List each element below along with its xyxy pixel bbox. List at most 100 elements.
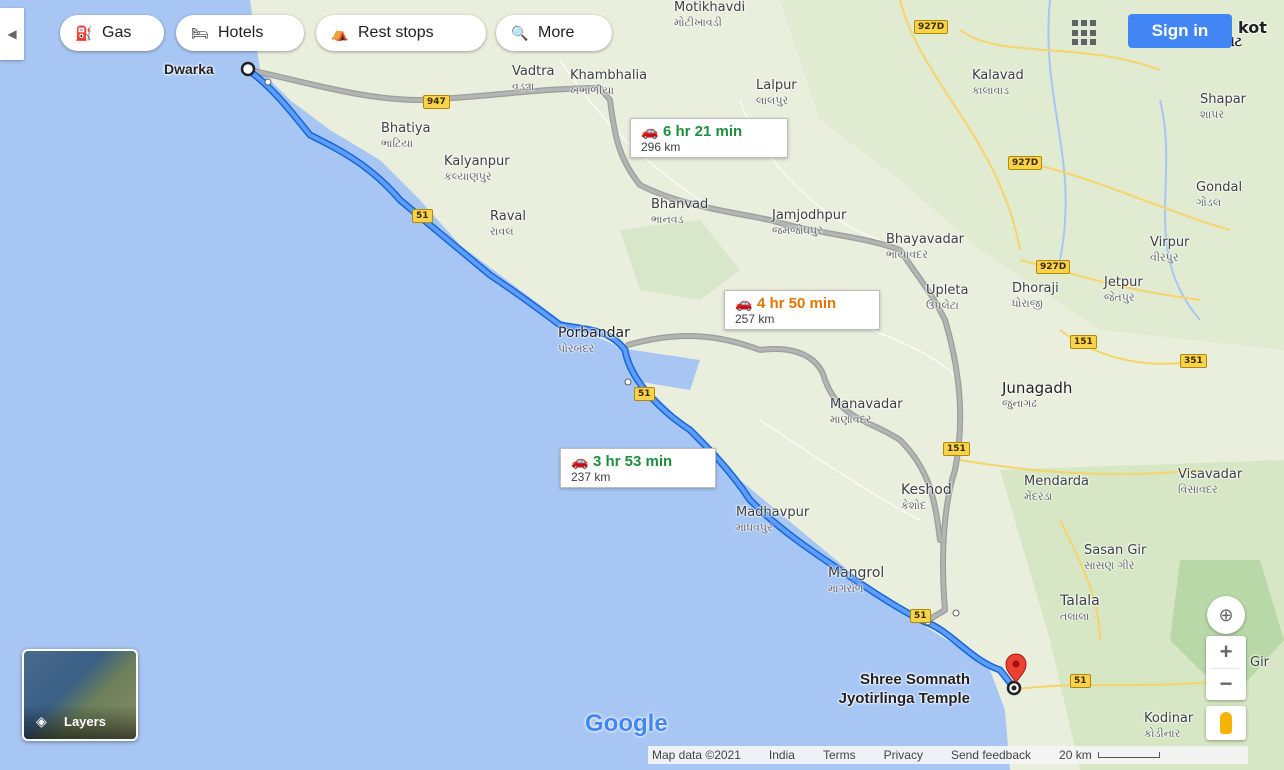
place-name: Manavadar <box>830 397 903 412</box>
rest-stop-icon: ⛺ <box>331 24 349 41</box>
place-kodinar: Kodinar કોડીનાર <box>1144 711 1193 741</box>
chip-hotels[interactable]: 🛏 Hotels <box>176 15 304 51</box>
car-icon: 🚗 <box>641 123 659 139</box>
place-virpur: Virpur વીરપુર <box>1150 235 1189 265</box>
place-name: Visavadar <box>1178 467 1243 482</box>
route-distance: 257 km <box>735 312 775 326</box>
place-name: Upleta <box>926 283 969 298</box>
chip-label: Rest stops <box>358 24 434 41</box>
place-name-local: ભાટિયા <box>381 137 414 150</box>
place-name: Sasan Gir <box>1084 543 1147 558</box>
zoom-controls[interactable]: + − <box>1206 636 1246 700</box>
highway-shield: 51 <box>634 387 655 401</box>
highway-shield: 947 <box>423 95 450 109</box>
terms-link[interactable]: Terms <box>823 748 856 762</box>
route-distance: 296 km <box>641 140 681 154</box>
place-name-local: ઉપલેટા <box>926 299 959 312</box>
highway-shield: 151 <box>943 442 970 456</box>
place-name: Shapar <box>1200 92 1247 107</box>
place-keshod: Keshod કેશોદ <box>901 483 952 513</box>
apps-grid-icon[interactable] <box>1072 20 1098 46</box>
place-upleta: Upleta ઉપલેટા <box>926 283 968 313</box>
place-raval: Raval રાવલ <box>490 209 526 239</box>
destination-label[interactable]: Shree Somnath Jyotirlinga Temple <box>826 670 970 708</box>
route-card-1[interactable]: 🚗 6 hr 21 min 296 km <box>630 118 788 158</box>
route-card-3[interactable]: 🚗 3 hr 53 min 237 km <box>560 448 716 488</box>
place-lalpur: Lalpur લાલપુર <box>756 78 797 108</box>
street-view-pegman[interactable] <box>1206 706 1246 740</box>
place-name: Bhanvad <box>651 197 709 212</box>
send-feedback-link[interactable]: Send feedback <box>951 748 1031 762</box>
place-name: Khambhalia <box>570 68 648 83</box>
zoom-out-button[interactable]: − <box>1212 668 1240 700</box>
place-name: Lalpur <box>756 78 797 93</box>
place-name-local: સાસણ ગીર <box>1084 559 1135 572</box>
layers-label: Layers <box>64 714 106 729</box>
place-name: Talala <box>1060 593 1100 609</box>
place-gir: Gir <box>1250 655 1269 670</box>
place-name-local: વડત્રા <box>512 80 535 93</box>
place-name: Kalavad <box>972 68 1024 83</box>
origin-label[interactable]: Dwarka <box>164 60 214 79</box>
zoom-in-button[interactable]: + <box>1220 636 1233 668</box>
scale-label: 20 km <box>1059 748 1092 762</box>
place-gondal: Gondal ગોંડલ <box>1196 180 1242 210</box>
place-name-local: મેંદરડા <box>1024 490 1053 503</box>
layers-icon: ◈ <box>36 713 47 729</box>
place-name: Jamjodhpur <box>772 208 847 223</box>
place-talala: Talala તલાલા <box>1060 594 1100 624</box>
place-name: Madhavpur <box>736 505 810 520</box>
place-name-local: માધવપુર <box>736 521 773 534</box>
place-name: Mangrol <box>828 565 885 581</box>
place-name-local: તલાલા <box>1060 610 1090 623</box>
place-name-local: જુનાગઢ <box>1002 397 1037 410</box>
route-time: 6 hr 21 min <box>663 123 743 140</box>
place-name-local: લાલપુર <box>756 94 789 107</box>
chip-rest-stops[interactable]: ⛺ Rest stops <box>316 15 486 51</box>
highway-shield: 351 <box>1180 354 1207 368</box>
highway-shield: 51 <box>910 609 931 623</box>
highway-shield: 927D <box>1008 156 1043 170</box>
place-kalavad: Kalavad કાલાવાડ <box>972 68 1024 98</box>
layers-button[interactable]: ◈ Layers <box>22 649 138 741</box>
highway-shield: 51 <box>1070 674 1091 688</box>
place-junagadh: Junagadh જુનાગઢ <box>1002 381 1072 411</box>
place-name: Mendarda <box>1024 474 1090 489</box>
map-footer: Map data ©2021 India Terms Privacy Send … <box>648 746 1248 764</box>
scale-bar[interactable]: 20 km <box>1059 748 1160 762</box>
place-name: Junagadh <box>1002 379 1073 397</box>
place-name: Jetpur <box>1104 275 1143 290</box>
search-icon: 🔍 <box>511 24 529 41</box>
my-location-button[interactable]: ⊕ <box>1207 596 1245 634</box>
place-shapar: Shapar શાપર <box>1200 92 1246 122</box>
region-link[interactable]: India <box>769 748 795 762</box>
place-name: Raval <box>490 209 526 224</box>
place-dhoraji: Dhoraji ધોરાજી <box>1012 281 1059 311</box>
chip-more[interactable]: 🔍 More <box>496 15 612 51</box>
place-name: Keshod <box>901 482 952 498</box>
map-canvas[interactable] <box>0 0 1284 770</box>
place-name-local: શાપર <box>1200 108 1225 121</box>
place-name-local: વીરપુર <box>1150 251 1179 264</box>
place-name: Kodinar <box>1144 711 1194 726</box>
sign-in-button[interactable]: Sign in <box>1128 14 1232 48</box>
google-logo: Google <box>585 710 668 737</box>
place-name-local: ધોરાજી <box>1012 297 1043 310</box>
place-name-local: કેશોદ <box>901 499 927 512</box>
place-name-local: ગોંડલ <box>1196 196 1222 209</box>
highway-shield: 927D <box>914 20 949 34</box>
route-card-2[interactable]: 🚗 4 hr 50 min 257 km <box>724 290 880 330</box>
place-rajkot: kotરાજકોટ <box>1200 20 1267 51</box>
pegman-icon <box>1220 712 1232 734</box>
route-time: 3 hr 53 min <box>593 453 673 470</box>
chip-gas[interactable]: ⛽ Gas <box>60 15 164 51</box>
chip-label: More <box>538 24 575 41</box>
place-vadtra: Vadtra વડત્રા <box>512 64 555 94</box>
collapse-panel-button[interactable]: ◀ <box>0 8 24 60</box>
place-name: Gondal <box>1196 180 1243 195</box>
place-mendarda: Mendarda મેંદરડા <box>1024 474 1089 504</box>
privacy-link[interactable]: Privacy <box>884 748 923 762</box>
destination-line-1: Shree Somnath <box>860 671 971 688</box>
car-icon: 🚗 <box>735 295 753 311</box>
place-name: Kalyanpur <box>444 154 510 169</box>
